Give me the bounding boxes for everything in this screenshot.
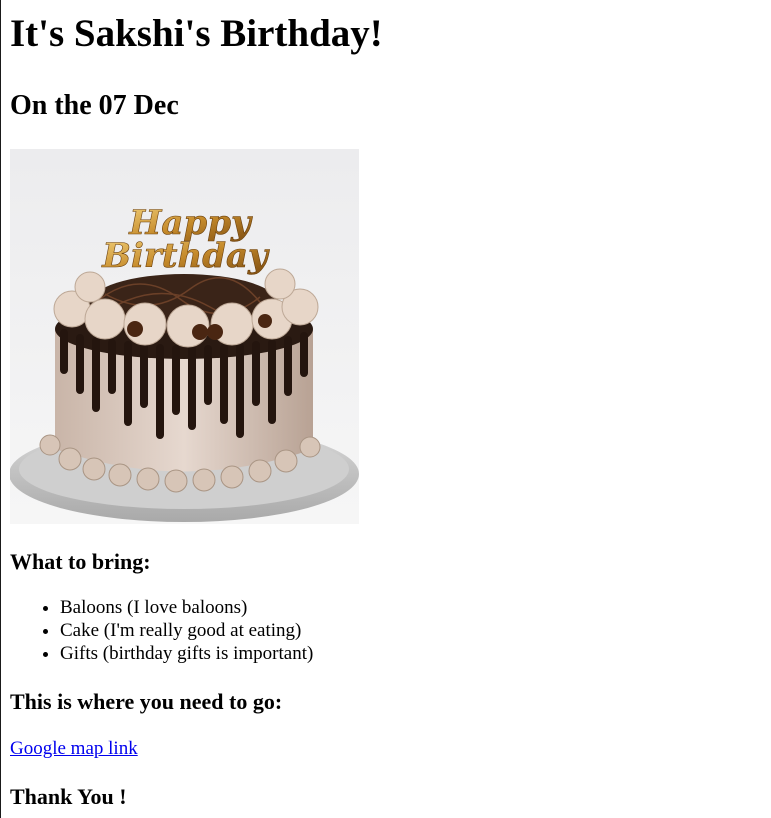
location-heading: This is where you need to go: xyxy=(10,689,283,714)
list-item: Cake (I'm really good at eating) xyxy=(60,619,760,642)
bring-heading: What to bring: xyxy=(10,549,151,574)
google-map-link[interactable]: Google map link xyxy=(10,737,138,760)
date-heading: On the 07 Dec xyxy=(10,90,179,121)
list-item: Gifts (birthday gifts is important) xyxy=(60,642,760,665)
page-left-border xyxy=(0,0,1,818)
thank-you-heading: Thank You ! xyxy=(10,784,127,809)
topper-text-birthday: Birthday xyxy=(101,236,270,276)
list-item: Baloons (I love baloons) xyxy=(60,596,760,619)
bring-list: Baloons (I love baloons) Cake (I'm reall… xyxy=(10,596,760,665)
page-title: It's Sakshi's Birthday! xyxy=(10,12,383,55)
page-content: It's Sakshi's Birthday! On the 07 Dec Ha… xyxy=(10,0,760,810)
birthday-cake-image: Happy Birthday xyxy=(10,149,359,524)
